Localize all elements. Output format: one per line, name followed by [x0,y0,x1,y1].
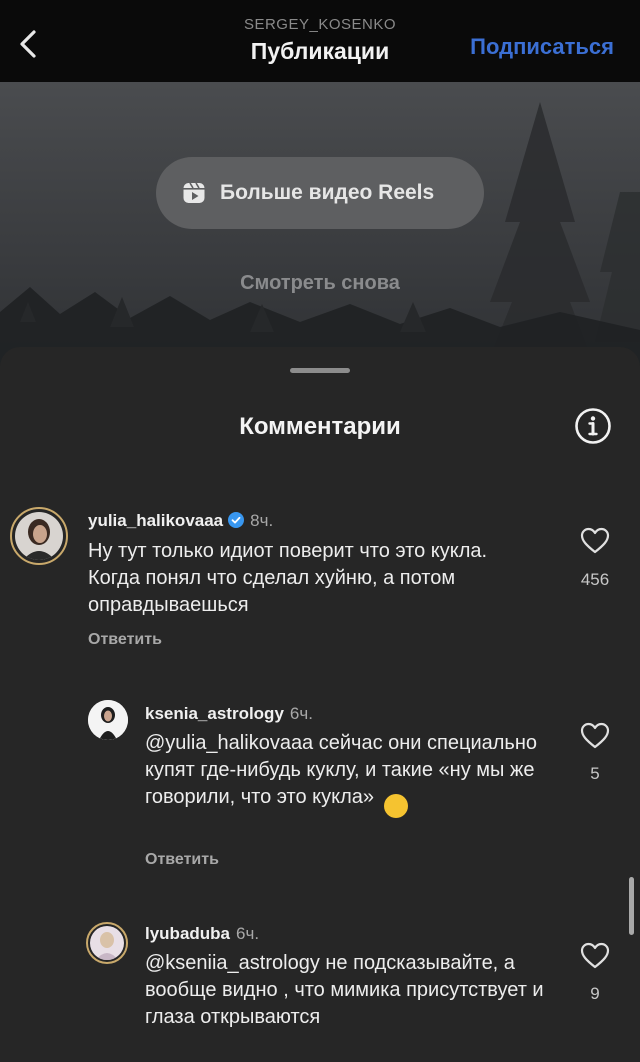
scrollbar[interactable] [629,877,634,935]
snowy-forest-background [0,102,640,382]
follow-button[interactable]: Подписаться [470,34,614,60]
comment-item: yulia_halikovaaa 8ч. Ну тут только идиот … [0,497,640,657]
more-reels-button[interactable]: Больше видео Reels [156,157,484,229]
comment-username[interactable]: lyubaduba [145,924,230,943]
comments-title: Комментарии [239,413,401,440]
verified-icon [228,512,245,528]
comment-author[interactable]: ksenia_astrology 6ч. [145,704,313,724]
comment-text: @kseniia_astrology не подсказывайте, а в… [145,952,544,1028]
avatar-photo [88,700,128,740]
like-count: 9 [590,984,600,1003]
comment-time: 6ч. [236,924,260,943]
comment-text: @yulia_halikovaaa сейчас они специально … [145,730,545,818]
comment-time: 6ч. [289,704,313,723]
avatar-photo [15,512,63,560]
info-icon [575,408,611,444]
comment-text: Ну тут только идиот поверит что это кукл… [88,540,488,616]
heart-icon[interactable] [580,527,610,555]
top-bar: SERGEY_KOSENKO Публикации Подписаться [0,0,640,82]
comment-username[interactable]: yulia_halikovaaa [88,511,223,530]
comment-text-body: @yulia_halikovaaa сейчас они специально … [145,732,537,808]
avatar[interactable] [10,507,68,565]
comment-author[interactable]: lyubaduba 6ч. [145,924,259,944]
sheet-drag-handle[interactable] [290,368,350,373]
avatar-photo [90,926,124,960]
header-username: SERGEY_KOSENKO [243,16,397,33]
woozy-face-emoji: 🥴 [383,794,408,818]
avatar[interactable] [86,922,128,964]
comment-item: ksenia_astrology 6ч. @yulia_halikovaaa се… [0,692,640,882]
like-count: 5 [590,764,600,783]
comment-time: 8ч. [250,511,274,530]
info-button[interactable] [574,407,612,445]
reply-button[interactable]: Ответить [88,631,162,649]
video-player[interactable]: Больше видео Reels Смотреть снова [0,82,640,382]
reply-button[interactable]: Ответить [145,851,219,869]
more-reels-label: Больше видео Reels [220,181,435,204]
heart-icon[interactable] [580,942,610,970]
comment-author[interactable]: yulia_halikovaaa 8ч. [88,511,273,531]
reels-icon [183,182,205,203]
like-count: 456 [580,570,610,589]
comments-sheet: Комментарии yulia_halikovaaa 8ч. Ну тут т… [0,347,640,1062]
comment-item: lyubaduba 6ч. @kseniia_astrology не подск… [0,912,640,1062]
comment-username[interactable]: ksenia_astrology [145,704,284,723]
watch-again-button[interactable]: Смотреть снова [0,272,640,295]
avatar[interactable] [88,700,128,740]
heart-icon[interactable] [580,722,610,750]
